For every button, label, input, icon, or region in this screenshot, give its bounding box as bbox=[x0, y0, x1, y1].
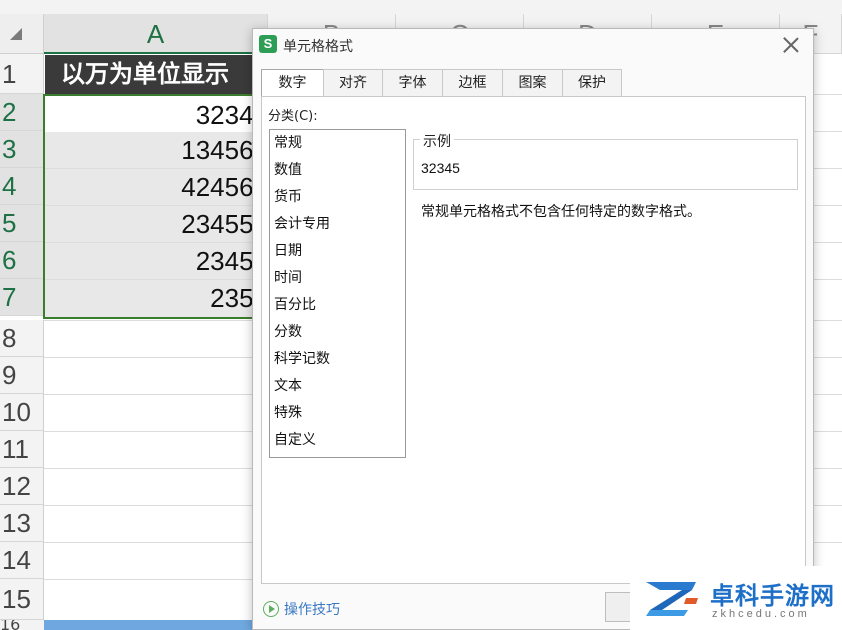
category-item-time[interactable]: 时间 bbox=[270, 265, 405, 292]
category-item-currency[interactable]: 货币 bbox=[270, 184, 405, 211]
row-header-13[interactable]: 13 bbox=[0, 505, 44, 542]
row-header-9[interactable]: 9 bbox=[0, 357, 44, 394]
tab-alignment[interactable]: 对齐 bbox=[323, 69, 383, 96]
row-header-11[interactable]: 11 bbox=[0, 431, 44, 468]
dialog-tabs: 数字 对齐 字体 边框 图案 保护 bbox=[261, 69, 622, 98]
category-item-general[interactable]: 常规 bbox=[270, 130, 405, 157]
category-list[interactable]: 常规 数值 货币 会计专用 日期 时间 百分比 分数 科学记数 文本 特殊 自定… bbox=[269, 129, 406, 458]
cell-a6[interactable]: 23455 bbox=[45, 243, 268, 279]
row-header-4[interactable]: 4 bbox=[0, 168, 44, 205]
category-item-special[interactable]: 特殊 bbox=[270, 400, 405, 427]
row-header-6[interactable]: 6 bbox=[0, 242, 44, 279]
row-header-1[interactable]: 1 bbox=[0, 54, 44, 94]
sample-legend: 示例 bbox=[420, 131, 454, 151]
select-all-corner[interactable] bbox=[0, 14, 44, 54]
tab-border[interactable]: 边框 bbox=[442, 69, 503, 96]
tab-number[interactable]: 数字 bbox=[261, 69, 324, 98]
cell-a7[interactable]: 2356 bbox=[45, 280, 268, 318]
row-header-5[interactable]: 5 bbox=[0, 205, 44, 242]
cell-a1[interactable]: 以万为单位显示 bbox=[45, 55, 268, 94]
row-header-15[interactable]: 15 bbox=[0, 579, 44, 620]
toolbar-strip bbox=[0, 0, 842, 14]
row-header-8[interactable]: 8 bbox=[0, 320, 44, 357]
cell-a4[interactable]: 424566 bbox=[45, 169, 268, 205]
category-label: 分类(C): bbox=[268, 109, 318, 124]
cell-a2[interactable]: 32345 bbox=[45, 97, 268, 133]
sample-box bbox=[413, 139, 798, 190]
tab-font[interactable]: 字体 bbox=[382, 69, 443, 96]
dialog-title: 单元格格式 bbox=[283, 39, 353, 55]
wps-sheet-icon: S bbox=[259, 35, 277, 53]
watermark: 卓科手游网 zkhcedu.com bbox=[630, 566, 842, 630]
category-item-date[interactable]: 日期 bbox=[270, 238, 405, 265]
category-item-text[interactable]: 文本 bbox=[270, 373, 405, 400]
category-item-fraction[interactable]: 分数 bbox=[270, 319, 405, 346]
watermark-logo-icon bbox=[646, 582, 698, 616]
tips-label: 操作技巧 bbox=[284, 602, 340, 618]
row-header-12[interactable]: 12 bbox=[0, 468, 44, 505]
row-header-16[interactable]: 16 bbox=[0, 620, 44, 630]
tab-protection[interactable]: 保护 bbox=[562, 69, 622, 96]
sample-value: 32345 bbox=[421, 160, 460, 176]
watermark-title: 卓科手游网 bbox=[710, 582, 835, 610]
select-all-icon bbox=[10, 28, 22, 40]
tips-link[interactable]: 操作技巧 bbox=[263, 599, 340, 619]
row-header-7[interactable]: 7 bbox=[0, 279, 44, 316]
dialog-titlebar[interactable]: S 单元格格式 bbox=[253, 29, 813, 63]
row-header-10[interactable]: 10 bbox=[0, 394, 44, 431]
category-item-scientific[interactable]: 科学记数 bbox=[270, 346, 405, 373]
row-header-3[interactable]: 3 bbox=[0, 131, 44, 168]
category-item-number[interactable]: 数值 bbox=[270, 157, 405, 184]
format-description: 常规单元格格式不包含任何特定的数字格式。 bbox=[421, 204, 701, 220]
cell-a3[interactable]: 134566 bbox=[45, 132, 268, 168]
tab-pattern[interactable]: 图案 bbox=[502, 69, 563, 96]
row-header-14[interactable]: 14 bbox=[0, 542, 44, 579]
category-item-percentage[interactable]: 百分比 bbox=[270, 292, 405, 319]
category-item-accounting[interactable]: 会计专用 bbox=[270, 211, 405, 238]
play-circle-icon bbox=[263, 601, 279, 617]
format-cells-dialog: S 单元格格式 数字 对齐 字体 边框 图案 保护 分类(C): 常规 数值 货… bbox=[252, 28, 814, 630]
column-header-a[interactable]: A bbox=[44, 14, 268, 54]
category-item-custom[interactable]: 自定义 bbox=[270, 427, 405, 454]
row-header-2[interactable]: 2 bbox=[0, 94, 44, 131]
close-icon[interactable] bbox=[781, 35, 801, 55]
watermark-subtitle: zkhcedu.com bbox=[712, 608, 810, 620]
cell-a5[interactable]: 234552 bbox=[45, 206, 268, 242]
